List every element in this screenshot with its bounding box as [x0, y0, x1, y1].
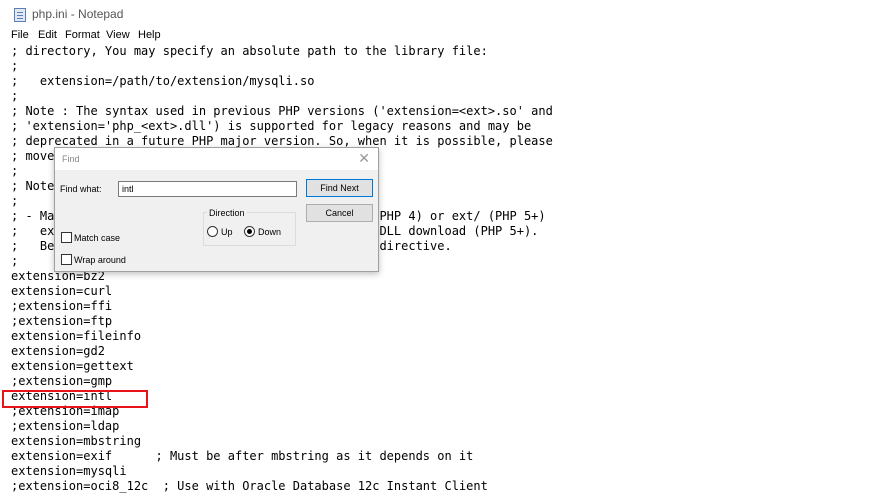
direction-up-label: Up [221, 227, 233, 237]
direction-down-label: Down [258, 227, 282, 237]
text-line: ;extension=ffi [11, 299, 113, 313]
text-line: ; [11, 59, 19, 73]
title-bar: php.ini - Notepad [0, 0, 870, 28]
text-line: ; [11, 89, 19, 103]
text-line: extension=mbstring [11, 434, 142, 448]
wrap-around-checkbox[interactable] [61, 254, 72, 265]
text-line: extension=mysqli [11, 464, 127, 478]
notepad-icon [14, 8, 26, 22]
text-line: ;extension=ldap [11, 419, 120, 433]
text-line: ; [11, 194, 19, 208]
text-line: extension=exif ; Must be after mbstring … [11, 449, 474, 463]
menu-file[interactable]: File [11, 29, 29, 41]
match-case-label: Match case [74, 233, 121, 243]
menu-edit[interactable]: Edit [38, 29, 57, 41]
find-dialog: Find ✕ Find what: intl Find Next Cancel … [54, 147, 379, 272]
text-line: ; Note : The syntax used in previous PHP… [11, 104, 553, 118]
menu-format[interactable]: Format [65, 29, 100, 41]
window-title: php.ini - Notepad [32, 7, 124, 21]
annotation-highlight-box [2, 390, 148, 408]
find-next-button[interactable]: Find Next [306, 179, 373, 197]
menu-view[interactable]: View [106, 29, 130, 41]
text-line: ; [11, 254, 19, 268]
find-what-input[interactable]: intl [118, 181, 297, 197]
text-line: ;extension=gmp [11, 374, 113, 388]
text-line: extension=gd2 [11, 344, 105, 358]
text-editor[interactable]: ; directory, You may specify an absolute… [0, 44, 870, 500]
text-line: extension=curl [11, 284, 113, 298]
text-line: ; extension=/path/to/extension/mysqli.so [11, 74, 315, 88]
direction-up-radio[interactable] [207, 226, 218, 237]
find-dialog-title: Find [62, 154, 80, 164]
find-what-label: Find what: [60, 184, 102, 194]
match-case-checkbox[interactable] [61, 232, 72, 243]
wrap-around-label: Wrap around [74, 255, 126, 265]
text-line: ; [11, 164, 19, 178]
text-line: extension=gettext [11, 359, 134, 373]
text-line: ;extension=ftp [11, 314, 113, 328]
text-line: extension=fileinfo [11, 329, 142, 343]
direction-down-radio[interactable] [244, 226, 255, 237]
direction-label: Direction [207, 208, 247, 218]
text-line: ; directory, You may specify an absolute… [11, 44, 488, 58]
text-line: ;extension=oci8_12c ; Use with Oracle Da… [11, 479, 488, 493]
menu-help[interactable]: Help [138, 29, 161, 41]
cancel-button[interactable]: Cancel [306, 204, 373, 222]
find-dialog-titlebar: Find ✕ [55, 148, 378, 170]
close-icon[interactable]: ✕ [358, 150, 370, 167]
text-line: ; 'extension='php_<ext>.dll') is support… [11, 119, 532, 133]
menu-bar: File Edit Format View Help [0, 28, 870, 44]
